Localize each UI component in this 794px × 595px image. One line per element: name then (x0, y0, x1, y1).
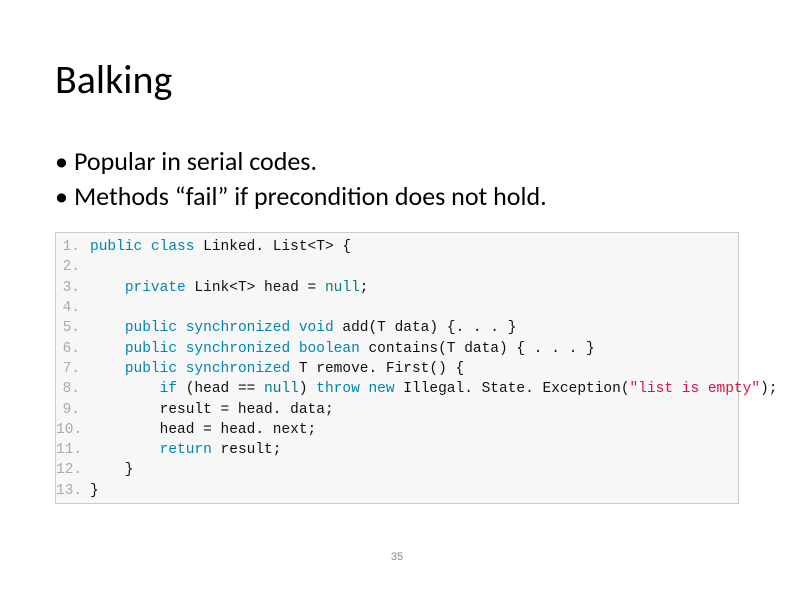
code-content: if (head == null) throw new Illegal. Sta… (90, 379, 777, 399)
code-content: public synchronized void add(T data) {. … (90, 318, 516, 338)
bullet-list: • Popular in serial codes. • Methods “fa… (55, 144, 739, 214)
code-content: head = head. next; (90, 420, 316, 440)
slide: Balking • Popular in serial codes. • Met… (0, 0, 794, 595)
line-number: 13. (56, 481, 90, 501)
code-content: public class Linked. List<T> { (90, 237, 351, 257)
line-number: 11. (56, 440, 90, 460)
line-number: 10. (56, 420, 90, 440)
code-line: 6. public synchronized boolean contains(… (56, 339, 738, 359)
code-line: 4. (56, 298, 738, 318)
line-number: 4. (56, 298, 90, 318)
code-content: result = head. data; (90, 400, 334, 420)
code-line: 10. head = head. next; (56, 420, 738, 440)
code-content: public synchronized T remove. First() { (90, 359, 464, 379)
code-line: 8. if (head == null) throw new Illegal. … (56, 379, 738, 399)
code-content (90, 298, 99, 318)
line-number: 2. (56, 257, 90, 277)
code-line: 1.public class Linked. List<T> { (56, 237, 738, 257)
slide-title: Balking (55, 55, 739, 104)
code-content: return result; (90, 440, 281, 460)
line-number: 6. (56, 339, 90, 359)
code-content: } (90, 460, 134, 480)
code-line: 7. public synchronized T remove. First()… (56, 359, 738, 379)
code-content: } (90, 481, 99, 501)
line-number: 1. (56, 237, 90, 257)
code-content (90, 257, 99, 277)
code-block: 1.public class Linked. List<T> {2. 3. pr… (55, 232, 739, 504)
bullet-text: Methods “fail” if precondition does not … (74, 179, 547, 214)
code-content: private Link<T> head = null; (90, 278, 368, 298)
line-number: 5. (56, 318, 90, 338)
code-line: 3. private Link<T> head = null; (56, 278, 738, 298)
code-line: 13.} (56, 481, 738, 501)
line-number: 7. (56, 359, 90, 379)
line-number: 3. (56, 278, 90, 298)
bullet-text: Popular in serial codes. (74, 144, 317, 179)
bullet-dot: • (55, 179, 68, 214)
code-line: 11. return result; (56, 440, 738, 460)
code-line: 12. } (56, 460, 738, 480)
line-number: 9. (56, 400, 90, 420)
bullet-item: • Popular in serial codes. (55, 144, 739, 179)
line-number: 12. (56, 460, 90, 480)
line-number: 8. (56, 379, 90, 399)
page-number: 35 (0, 551, 794, 563)
code-content: public synchronized boolean contains(T d… (90, 339, 595, 359)
code-line: 2. (56, 257, 738, 277)
code-line: 5. public synchronized void add(T data) … (56, 318, 738, 338)
bullet-dot: • (55, 144, 68, 179)
bullet-item: • Methods “fail” if precondition does no… (55, 179, 739, 214)
code-line: 9. result = head. data; (56, 400, 738, 420)
